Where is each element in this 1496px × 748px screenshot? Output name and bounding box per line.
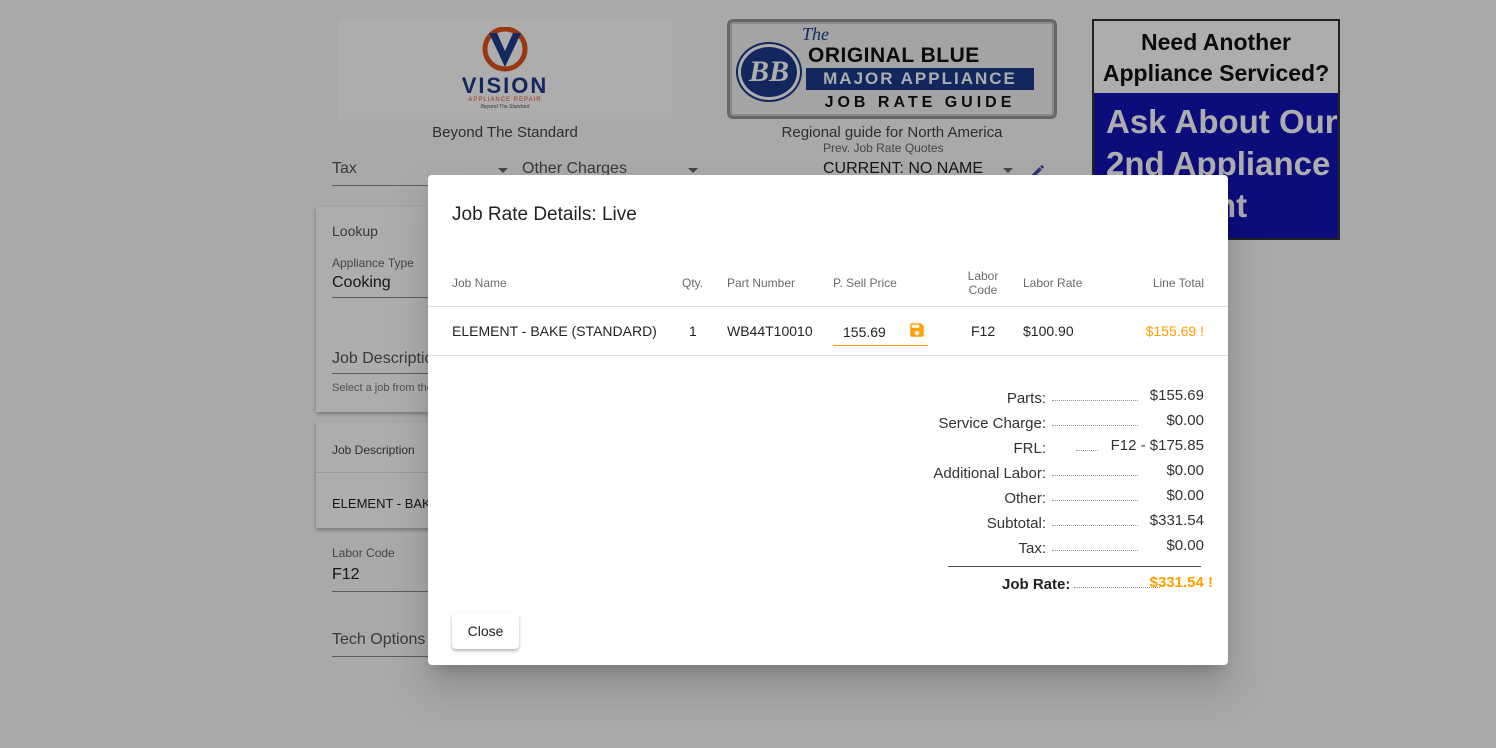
summary-dots bbox=[1076, 450, 1098, 451]
summary-label: FRL: bbox=[1013, 440, 1046, 457]
summary-value: $0.00 bbox=[1166, 537, 1204, 554]
summary-dots bbox=[1052, 550, 1138, 551]
table-header: Job Name Qty. Part Number P. Sell Price … bbox=[428, 259, 1228, 307]
job-rate-dialog: Job Rate Details: Live Job Name Qty. Par… bbox=[428, 175, 1228, 665]
job-rate-dots bbox=[1074, 587, 1160, 588]
summary-dots bbox=[1052, 475, 1138, 476]
summary-dots bbox=[1052, 500, 1138, 501]
summary-label: Parts: bbox=[1006, 390, 1046, 407]
row-labor-code: F12 bbox=[971, 323, 996, 339]
summary-divider bbox=[948, 566, 1201, 567]
summary-value: $0.00 bbox=[1166, 462, 1204, 479]
summary-label: Subtotal: bbox=[986, 515, 1046, 532]
col-labor-code-line2: Code bbox=[968, 282, 998, 297]
summary-dots bbox=[1052, 525, 1138, 526]
summary-value: $331.54 bbox=[1149, 512, 1204, 529]
col-job-name: Job Name bbox=[452, 275, 507, 290]
job-rate-label: Job Rate: bbox=[1002, 576, 1071, 593]
table-row: ELEMENT - BAKE (STANDARD) 1 WB44T10010 1… bbox=[428, 307, 1228, 356]
col-line-total: Line Total bbox=[1152, 275, 1204, 290]
summary-row: FRL: F12 - $175.85 bbox=[904, 437, 1204, 462]
summary-label: Service Charge: bbox=[938, 415, 1046, 432]
row-line-total: $155.69 ! bbox=[1145, 323, 1204, 339]
summary-label: Tax: bbox=[1018, 540, 1046, 557]
summary-value: $155.69 bbox=[1149, 387, 1204, 404]
row-qty: 1 bbox=[689, 323, 697, 339]
summary-list: Parts: $155.69 Service Charge: $0.00 FRL: F12… bbox=[904, 387, 1204, 562]
summary-value: F12 - $175.85 bbox=[1110, 437, 1204, 454]
row-job-name: ELEMENT - BAKE (STANDARD) bbox=[452, 323, 657, 339]
summary-row: Tax: $0.00 bbox=[904, 537, 1204, 562]
save-icon[interactable] bbox=[908, 321, 926, 339]
summary-value: $0.00 bbox=[1166, 412, 1204, 429]
sell-price-value: 155.69 bbox=[843, 324, 886, 340]
sell-price-input[interactable]: 155.69 bbox=[833, 319, 928, 346]
col-labor-code: Labor Code bbox=[963, 269, 1003, 297]
close-button[interactable]: Close bbox=[452, 613, 519, 649]
summary-row: Service Charge: $0.00 bbox=[904, 412, 1204, 437]
summary-label: Other: bbox=[1004, 490, 1046, 507]
summary-value: $0.00 bbox=[1166, 487, 1204, 504]
summary-row: Other: $0.00 bbox=[904, 487, 1204, 512]
summary-label: Additional Labor: bbox=[933, 465, 1046, 482]
col-sell-price: P. Sell Price bbox=[833, 275, 897, 290]
summary-row: Additional Labor: $0.00 bbox=[904, 462, 1204, 487]
summary-row: Subtotal: $331.54 bbox=[904, 512, 1204, 537]
col-qty: Qty. bbox=[682, 275, 704, 290]
job-rate-total: Job Rate: $331.54 ! bbox=[948, 574, 1213, 596]
summary-row: Parts: $155.69 bbox=[904, 387, 1204, 412]
dialog-title: Job Rate Details: Live bbox=[452, 204, 637, 225]
summary-dots bbox=[1052, 425, 1138, 426]
row-labor-rate: $100.90 bbox=[1023, 323, 1074, 339]
col-labor-rate: Labor Rate bbox=[1023, 275, 1083, 290]
job-rate-value: $331.54 ! bbox=[1149, 574, 1213, 591]
col-part-number: Part Number bbox=[727, 275, 796, 290]
summary-dots bbox=[1052, 400, 1138, 401]
row-part-number: WB44T10010 bbox=[727, 323, 813, 339]
col-labor-code-line1: Labor bbox=[967, 268, 999, 283]
